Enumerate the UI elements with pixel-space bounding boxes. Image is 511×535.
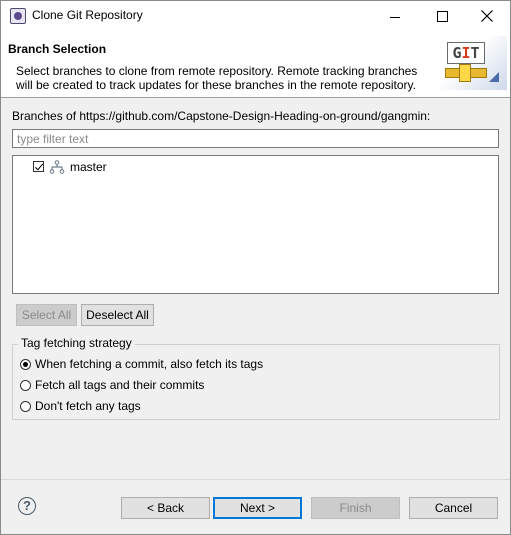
radio-label: When fetching a commit, also fetch its t… — [35, 357, 264, 371]
radio-button[interactable] — [20, 400, 31, 412]
tag-strategy-legend: Tag fetching strategy — [18, 336, 135, 350]
cancel-button[interactable]: Cancel — [409, 497, 498, 519]
git-banner-icon: GIT — [437, 36, 507, 90]
deselect-all-button[interactable]: Deselect All — [81, 304, 154, 326]
maximize-button[interactable] — [419, 1, 465, 31]
help-icon[interactable]: ? — [18, 497, 36, 515]
close-icon — [481, 10, 493, 22]
page-description: Select branches to clone from remote rep… — [16, 64, 418, 92]
title-bar: Clone Git Repository — [1, 1, 510, 31]
dialog-window: Clone Git Repository Branch Selection Se… — [0, 0, 511, 535]
branch-checkbox[interactable] — [33, 161, 44, 172]
eclipse-window-icon — [10, 8, 26, 24]
back-button[interactable]: < Back — [121, 497, 210, 519]
list-item[interactable]: master — [33, 158, 107, 175]
branches-label: Branches of https://github.com/Capstone-… — [12, 109, 431, 123]
branch-filter-input[interactable] — [12, 129, 499, 148]
footer-divider — [1, 479, 510, 480]
window-title: Clone Git Repository — [32, 8, 143, 22]
radio-label: Fetch all tags and their commits — [35, 378, 205, 392]
next-button[interactable]: Next > — [213, 497, 302, 519]
radio-fetch-all-tags[interactable]: Fetch all tags and their commits — [20, 378, 204, 392]
minimize-button[interactable] — [372, 1, 418, 31]
page-title: Branch Selection — [8, 42, 107, 56]
branch-name: master — [70, 159, 107, 174]
radio-button[interactable] — [20, 379, 31, 391]
maximize-icon — [436, 10, 448, 22]
finish-button[interactable]: Finish — [311, 497, 400, 519]
radio-no-tags[interactable]: Don't fetch any tags — [20, 399, 141, 413]
minimize-icon — [390, 16, 400, 18]
close-button[interactable] — [464, 1, 510, 31]
radio-button[interactable] — [20, 358, 31, 370]
radio-fetch-commit-tags[interactable]: When fetching a commit, also fetch its t… — [20, 357, 263, 371]
select-all-button[interactable]: Select All — [16, 304, 77, 326]
branch-list: master — [12, 155, 499, 294]
wizard-header: Branch Selection Select branches to clon… — [1, 31, 510, 98]
branch-icon — [49, 159, 65, 174]
radio-label: Don't fetch any tags — [35, 399, 141, 413]
